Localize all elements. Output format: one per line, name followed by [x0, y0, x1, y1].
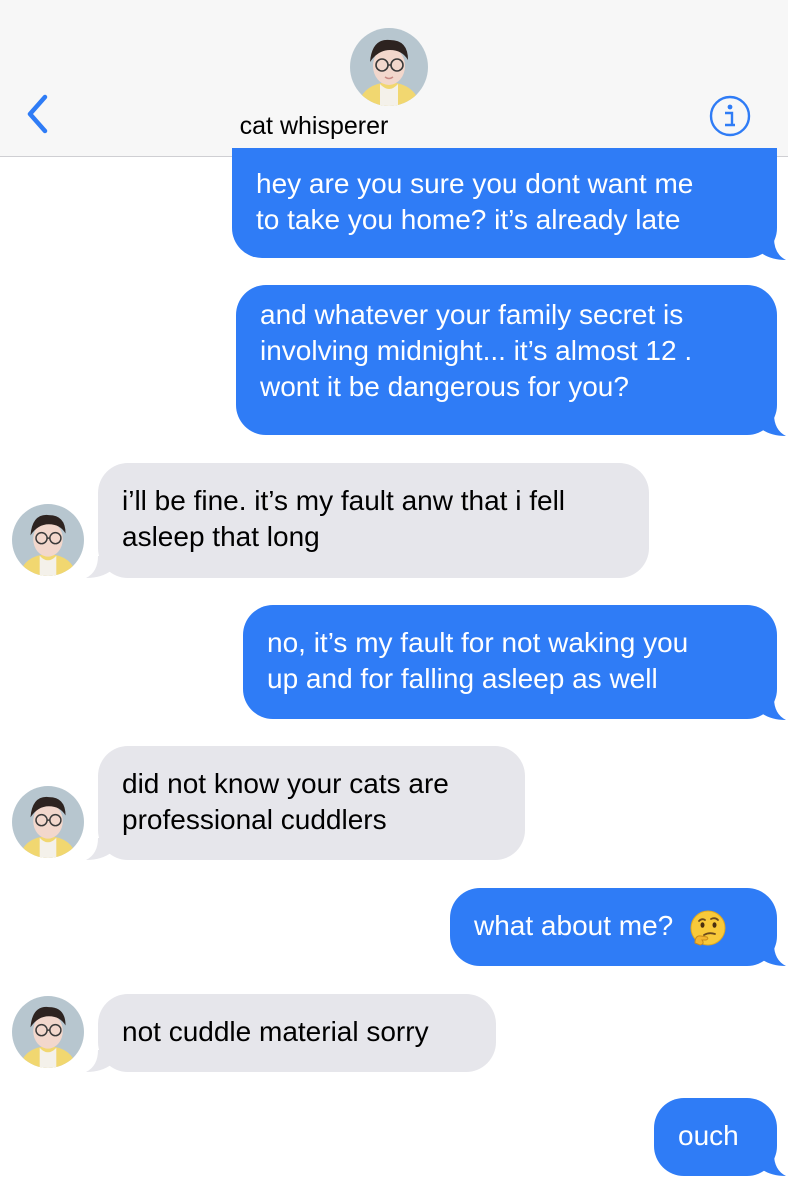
bubble-tail [760, 414, 786, 436]
bubble-tail [760, 944, 786, 966]
info-icon [709, 95, 751, 137]
message-text: hey are you sure you dont want me to tak… [256, 168, 694, 235]
contact-avatar[interactable] [12, 786, 84, 858]
contact-avatar[interactable] [350, 28, 428, 106]
bubble-tail [86, 838, 112, 860]
received-message-bubble[interactable]: did not know your cats are professional … [98, 746, 525, 860]
received-message-bubble[interactable]: not cuddle material sorry [98, 994, 496, 1072]
message-text: no, it’s my fault for not waking you up … [267, 627, 689, 694]
sent-message-bubble[interactable]: no, it’s my fault for not waking you up … [243, 605, 777, 719]
message-text: not cuddle material sorry [122, 1016, 429, 1047]
contact-avatar[interactable] [12, 504, 84, 576]
contact-avatar[interactable] [12, 996, 84, 1068]
bubble-tail [760, 238, 786, 260]
received-message-bubble[interactable]: i’ll be fine. it’s my fault anw that i f… [98, 463, 649, 578]
bubble-tail [86, 1050, 112, 1072]
contact-name[interactable]: cat whisperer [0, 112, 628, 141]
bubble-tail [86, 556, 112, 578]
sent-message-bubble[interactable]: and whatever your family secret is invol… [236, 285, 777, 435]
info-button[interactable] [708, 94, 752, 138]
message-text: ouch [678, 1120, 739, 1151]
sent-message-bubble[interactable]: what about me? [450, 888, 777, 966]
sent-message-bubble[interactable]: hey are you sure you dont want me to tak… [232, 148, 777, 258]
message-text: what about me? [474, 910, 674, 941]
message-text: i’ll be fine. it’s my fault anw that i f… [122, 485, 566, 552]
conversation-header: cat whisperer [0, 0, 788, 157]
message-text: did not know your cats are professional … [122, 768, 449, 835]
sent-message-bubble[interactable]: ouch [654, 1098, 777, 1176]
bubble-tail [760, 698, 786, 720]
thinking-face-emoji-icon [690, 910, 726, 946]
message-text: and whatever your family secret is invol… [260, 299, 693, 402]
bubble-tail [760, 1154, 786, 1176]
